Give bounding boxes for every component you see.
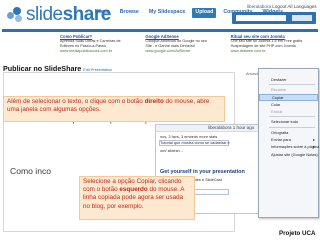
- search-button[interactable]: [292, 15, 312, 21]
- menu-item-enviar-para[interactable]: Enviar para ▸: [259, 136, 318, 143]
- submenu-arrow-icon: ▸: [313, 137, 315, 143]
- header-divider: [2, 29, 318, 32]
- instruction-callout-top: Além de selecionar o texto, o clique com…: [3, 96, 225, 122]
- menu-item-excluir[interactable]: Excluir: [259, 108, 318, 115]
- menu-separator: [269, 84, 315, 86]
- menu-item-desfazer[interactable]: Desfazer: [259, 76, 318, 83]
- menu-item-copiar[interactable]: Copiar: [259, 93, 318, 101]
- user-area: liberalabora Logout All Languages: [247, 4, 317, 9]
- search-input[interactable]: [236, 15, 286, 21]
- google-ads: Como Publicar? Aprenda Suas Obras e Carr…: [60, 34, 310, 64]
- menu-item-recortar[interactable]: Recortar: [259, 86, 318, 93]
- slideshare-logo-icon: [6, 6, 24, 24]
- account-links[interactable]: Logout All Languages: [272, 4, 316, 9]
- nav-home[interactable]: Home: [92, 8, 113, 18]
- slide-subtitle: Como inco: [10, 166, 52, 176]
- nav-my-slidespace[interactable]: My Slidespace: [146, 8, 189, 18]
- nav-upload[interactable]: Upload: [192, 8, 217, 18]
- menu-item-selecionar-tudo[interactable]: Selecionar tudo: [259, 118, 318, 125]
- menu-item-colar[interactable]: Colar: [259, 101, 318, 108]
- menu-item-ajustar-site[interactable]: Ajustar site (Google Notas): [259, 151, 318, 158]
- search-bar: [232, 12, 316, 24]
- ad-item[interactable]: Ritual seu site com Joomla Crie seu site…: [231, 34, 310, 64]
- context-menu: Desfazer Recortar Copiar Colar Excluir S…: [258, 68, 319, 218]
- menu-item-ortografia[interactable]: Ortografia: [259, 129, 318, 136]
- submenu-arrow-icon: ▸: [313, 144, 315, 150]
- embedded-user-info: liberalabora 1 hour ago: [208, 125, 255, 130]
- menu-separator: [269, 126, 315, 128]
- footer-project-label: Projeto UCA: [279, 230, 316, 237]
- instruction-callout-bottom: Selecione a opção Copiar, clicando com o…: [79, 176, 195, 220]
- ad-item[interactable]: Como Publicar? Aprenda Suas Obras e Carr…: [60, 34, 139, 64]
- menu-separator: [269, 116, 315, 118]
- ad-item[interactable]: Google AdSense Coloque Anúncios do Googl…: [145, 34, 224, 64]
- menu-item-informacoes[interactable]: Informações sobre a página ▸: [259, 143, 319, 150]
- username-link[interactable]: liberalabora: [247, 4, 271, 9]
- nav-browse[interactable]: Browse: [117, 8, 142, 18]
